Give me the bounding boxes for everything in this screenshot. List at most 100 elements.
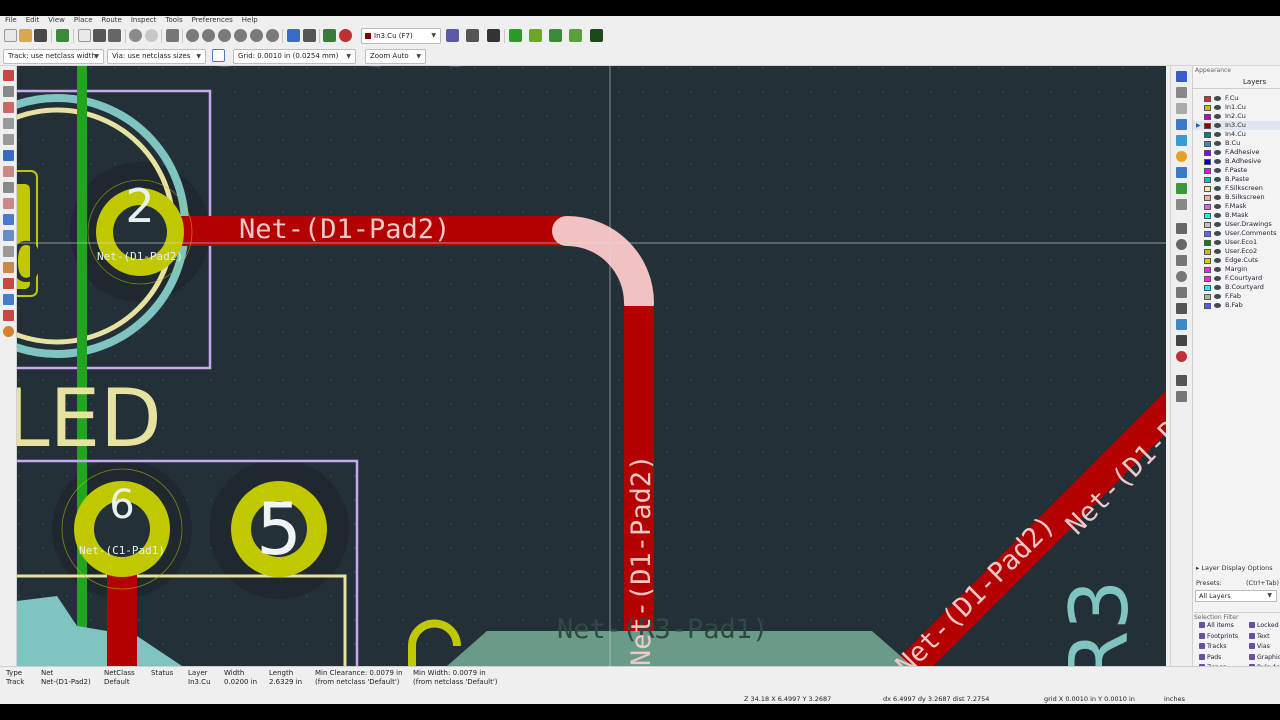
units-inch-icon[interactable] bbox=[3, 102, 14, 113]
selection-filter-checkbox[interactable]: Text bbox=[1249, 632, 1270, 640]
layer-color-swatch[interactable] bbox=[1204, 114, 1211, 120]
add-layer-alignment-icon[interactable] bbox=[1176, 335, 1187, 346]
zoom-fit-icon[interactable] bbox=[234, 29, 247, 42]
menu-tools[interactable]: Tools bbox=[165, 16, 182, 26]
zone-outline-icon[interactable] bbox=[3, 214, 14, 225]
route-diff-pair-icon[interactable] bbox=[529, 29, 542, 42]
zoom-in-icon[interactable] bbox=[202, 29, 215, 42]
pcb-drawing[interactable]: enris e 0 bbox=[17, 66, 1166, 666]
flip-board-icon[interactable] bbox=[303, 29, 316, 42]
eye-icon[interactable] bbox=[1214, 285, 1221, 290]
menu-route[interactable]: Route bbox=[102, 16, 122, 26]
track-width-icon[interactable] bbox=[590, 29, 603, 42]
layer-color-swatch[interactable] bbox=[1204, 303, 1211, 309]
layer-color-swatch[interactable] bbox=[1204, 240, 1211, 246]
layer-row[interactable]: B.Silkscreen bbox=[1193, 193, 1280, 202]
cursor-shape-icon[interactable] bbox=[3, 150, 14, 161]
layer-color-swatch[interactable] bbox=[1204, 267, 1211, 273]
pcb-canvas[interactable]: enris e 0 bbox=[17, 66, 1166, 666]
layer-row[interactable]: ▶ In3.Cu bbox=[1193, 121, 1280, 130]
track-width-select[interactable]: Track: use netclass width ▼ bbox=[3, 49, 104, 64]
microwave-tools-icon[interactable] bbox=[3, 326, 14, 337]
eye-icon[interactable] bbox=[1214, 132, 1221, 137]
presets-select[interactable]: All Layers ▼ bbox=[1195, 590, 1277, 602]
zoom-out-icon[interactable] bbox=[218, 29, 231, 42]
layer-color-swatch[interactable] bbox=[1204, 276, 1211, 282]
menu-edit[interactable]: Edit bbox=[26, 16, 40, 26]
find-icon[interactable] bbox=[166, 29, 179, 42]
eye-icon[interactable] bbox=[1214, 141, 1221, 146]
menu-inspect[interactable]: Inspect bbox=[131, 16, 157, 26]
netlist-update-icon[interactable] bbox=[323, 29, 336, 42]
delete-tool-icon[interactable] bbox=[1176, 351, 1187, 362]
add-footprint-icon[interactable] bbox=[1176, 103, 1187, 114]
layer-manager-icon[interactable] bbox=[3, 310, 14, 321]
layer-row[interactable]: F.Paste bbox=[1193, 166, 1280, 175]
select-tool-icon[interactable] bbox=[1176, 71, 1187, 82]
layer-row[interactable]: F.Cu bbox=[1193, 94, 1280, 103]
scripting-console-icon[interactable] bbox=[466, 29, 479, 42]
layer-color-swatch[interactable] bbox=[1204, 258, 1211, 264]
redraw-icon[interactable] bbox=[186, 29, 199, 42]
draw-polygon-icon[interactable] bbox=[1176, 287, 1187, 298]
net-color-icon[interactable] bbox=[3, 294, 14, 305]
layer-color-swatch[interactable] bbox=[1204, 96, 1211, 102]
layer-color-swatch[interactable] bbox=[1204, 294, 1211, 300]
layer-color-swatch[interactable] bbox=[1204, 168, 1211, 174]
layer-row[interactable]: F.Silkscreen bbox=[1193, 184, 1280, 193]
length-tune-icon[interactable] bbox=[569, 29, 582, 42]
save-icon[interactable] bbox=[34, 29, 47, 42]
selection-filter-checkbox[interactable]: Vias bbox=[1249, 643, 1270, 650]
menu-help[interactable]: Help bbox=[242, 16, 258, 26]
draw-circle-icon[interactable] bbox=[1176, 271, 1187, 282]
layer-color-swatch[interactable] bbox=[1204, 195, 1211, 201]
set-origin-icon[interactable] bbox=[1176, 375, 1187, 386]
selection-filter-checkbox[interactable]: Tracks bbox=[1199, 643, 1226, 650]
rotate-ccw-icon[interactable] bbox=[287, 29, 300, 42]
eye-icon[interactable] bbox=[1214, 267, 1221, 272]
add-text-icon[interactable] bbox=[1176, 303, 1187, 314]
add-dimension-icon[interactable] bbox=[1176, 319, 1187, 330]
eye-icon[interactable] bbox=[1214, 294, 1221, 299]
menu-view[interactable]: View bbox=[48, 16, 65, 26]
menu-file[interactable]: File bbox=[5, 16, 17, 26]
add-rule-area-icon[interactable] bbox=[1176, 199, 1187, 210]
units-mm-icon[interactable] bbox=[3, 134, 14, 145]
eye-icon[interactable] bbox=[1214, 150, 1221, 155]
eye-icon[interactable] bbox=[1214, 213, 1221, 218]
eye-icon[interactable] bbox=[1214, 186, 1221, 191]
selection-filter-checkbox[interactable]: Graphics bbox=[1249, 653, 1280, 661]
via-sketch-icon[interactable] bbox=[3, 246, 14, 257]
measure-tool-icon[interactable] bbox=[1176, 391, 1187, 402]
auto-track-width-icon[interactable] bbox=[212, 49, 225, 62]
eye-icon[interactable] bbox=[1214, 159, 1221, 164]
ratsnest-icon[interactable] bbox=[3, 166, 14, 177]
layer-color-swatch[interactable] bbox=[1204, 132, 1211, 138]
layer-color-swatch[interactable] bbox=[1204, 213, 1211, 219]
layer-row[interactable]: F.Adhesive bbox=[1193, 148, 1280, 157]
drc-icon[interactable] bbox=[339, 29, 352, 42]
layer-color-swatch[interactable] bbox=[1204, 150, 1211, 156]
layer-row[interactable]: User.Drawings bbox=[1193, 220, 1280, 229]
zoom-select[interactable]: Zoom Auto ▼ bbox=[365, 49, 426, 64]
add-zone-icon[interactable] bbox=[1176, 183, 1187, 194]
eye-icon[interactable] bbox=[1214, 195, 1221, 200]
interactive-router-icon[interactable] bbox=[549, 29, 562, 42]
zoom-selection-icon[interactable] bbox=[266, 29, 279, 42]
eye-icon[interactable] bbox=[1214, 249, 1221, 254]
layer-row[interactable]: B.Paste bbox=[1193, 175, 1280, 184]
polar-coords-icon[interactable] bbox=[3, 86, 14, 97]
eye-icon[interactable] bbox=[1214, 123, 1221, 128]
eye-icon[interactable] bbox=[1214, 258, 1221, 263]
layer-row[interactable]: B.Adhesive bbox=[1193, 157, 1280, 166]
board-setup-icon[interactable] bbox=[56, 29, 69, 42]
grid-toggle-icon[interactable] bbox=[3, 70, 14, 81]
show-3d-icon[interactable] bbox=[487, 29, 500, 42]
selection-filter-checkbox[interactable]: All items bbox=[1199, 622, 1234, 629]
layer-pair-icon[interactable] bbox=[446, 29, 459, 42]
tab-layers[interactable]: Layers bbox=[1243, 78, 1266, 86]
layer-color-swatch[interactable] bbox=[1204, 123, 1211, 129]
track-sketch-icon[interactable] bbox=[3, 262, 14, 273]
layer-color-swatch[interactable] bbox=[1204, 285, 1211, 291]
layer-row[interactable]: User.Eco1 bbox=[1193, 238, 1280, 247]
